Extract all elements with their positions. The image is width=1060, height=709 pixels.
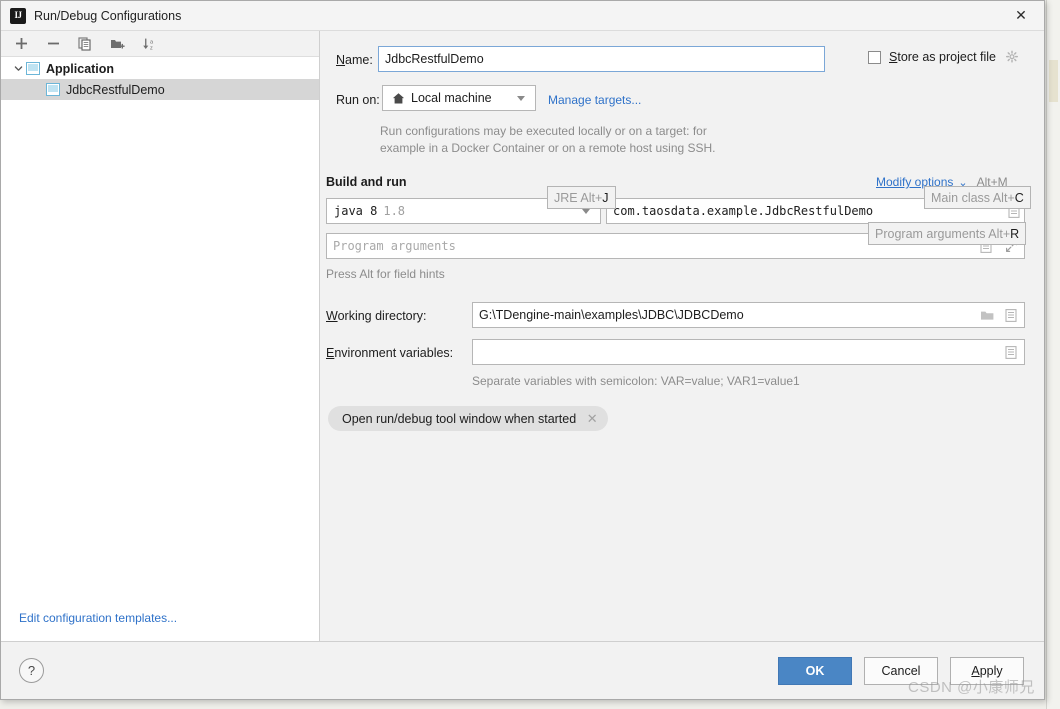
wd-label-mnemonic: W [326, 309, 338, 323]
run-debug-configurations-dialog: IJ Run/Debug Configurations ✕ a z Applic… [0, 0, 1045, 700]
tree-node-application[interactable]: Application [1, 58, 319, 79]
expand-list-icon[interactable] [1003, 307, 1019, 323]
jre-alt-hint-key: J [602, 190, 609, 205]
jre-value-primary: java 8 [334, 204, 378, 218]
program-arguments-alt-hint-text: Program arguments Alt+ [875, 226, 1011, 241]
folder-add-icon [110, 39, 125, 48]
environment-variables-hint: Separate variables with semicolon: VAR=v… [472, 374, 800, 388]
run-on-label: Run on: [336, 93, 380, 107]
configuration-group-icon [26, 62, 40, 75]
add-configuration-button[interactable] [11, 34, 31, 54]
name-label: Name: [336, 53, 373, 67]
plus-icon [15, 38, 27, 49]
jre-value-secondary: 1.8 [383, 204, 406, 218]
store-as-project-file-label: Store as project file [889, 50, 996, 64]
apply-rest: pply [979, 663, 1003, 678]
ok-button[interactable]: OK [778, 656, 852, 685]
run-on-description-line2: example in a Docker Container or on a re… [380, 141, 716, 155]
name-input[interactable]: JdbcRestfulDemo [378, 46, 825, 72]
close-icon[interactable]: ✕ [585, 411, 599, 427]
main-class-alt-hint-key: C [1014, 190, 1024, 205]
build-and-run-header: Build and run [326, 175, 407, 189]
store-label-rest: tore as project file [897, 50, 997, 64]
tree-node-jdbcrestfuldemo[interactable]: JdbcRestfulDemo [1, 79, 319, 100]
gear-icon[interactable] [1004, 49, 1020, 65]
edit-configuration-templates-link[interactable]: Edit configuration templates... [19, 611, 177, 625]
name-label-mnemonic: N [336, 53, 346, 67]
main-class-value: com.taosdata.example.JdbcRestfulDemo [613, 204, 874, 218]
sidebar-footer: Edit configuration templates... [1, 601, 319, 641]
program-arguments-placeholder: Program arguments [333, 239, 456, 253]
chevron-down-icon[interactable] [11, 64, 26, 73]
save-configuration-button[interactable] [107, 34, 127, 54]
home-icon [390, 90, 406, 106]
chevron-down-icon [582, 208, 590, 214]
dialog-body: a z Application JdbcRestfulDemo Edit con… [1, 31, 1044, 641]
copy-icon [78, 36, 91, 51]
main-class-alt-hint-text: Main class Alt+ [931, 190, 1015, 205]
footer-buttons: OK Cancel Apply [766, 656, 1024, 685]
intellij-idea-icon: IJ [10, 7, 26, 24]
working-directory-value: G:\TDengine-main\examples\JDBC\JDBCDemo [479, 308, 744, 322]
sort-alphabetical-icon: a z [143, 38, 154, 51]
wd-label-rest: orking directory: [337, 309, 427, 323]
cancel-button[interactable]: Cancel [864, 656, 938, 685]
ide-scrollbar-marker [1049, 60, 1058, 102]
program-arguments-alt-hint: Program arguments Alt+ R [868, 222, 1027, 245]
configurations-tree: Application JdbcRestfulDemo [1, 57, 319, 601]
working-directory-input[interactable]: G:\TDengine-main\examples\JDBC\JDBCDemo [472, 302, 1025, 328]
working-directory-label: Working directory: [326, 309, 427, 323]
program-arguments-alt-hint-key: R [1010, 226, 1020, 241]
configuration-icon [46, 83, 60, 96]
sidebar-toolbar: a z [1, 31, 319, 57]
minus-icon [47, 42, 59, 45]
name-input-value: JdbcRestfulDemo [385, 52, 484, 66]
store-as-project-file-checkbox[interactable] [868, 50, 881, 64]
folder-open-icon[interactable] [979, 307, 995, 323]
open-run-debug-tool-window-chip[interactable]: Open run/debug tool window when started … [328, 406, 609, 431]
chevron-down-icon [517, 95, 525, 101]
configurations-sidebar: a z Application JdbcRestfulDemo Edit con… [1, 31, 320, 641]
environment-variables-input[interactable] [472, 339, 1025, 365]
manage-targets-link[interactable]: Manage targets... [548, 93, 641, 107]
run-on-description-line1: Run configurations may be executed local… [380, 124, 707, 138]
configuration-form: Name: JdbcRestfulDemo Store as project f… [320, 31, 1044, 641]
press-alt-hint: Press Alt for field hints [326, 267, 445, 281]
dialog-titlebar: IJ Run/Debug Configurations ✕ [1, 1, 1044, 31]
apply-button[interactable]: Apply [950, 656, 1024, 685]
environment-variables-label: Environment variables: [326, 346, 453, 360]
ev-label-rest: nvironment variables: [334, 346, 454, 360]
jre-alt-hint: JRE Alt+ J [547, 186, 616, 209]
ide-right-strip [1046, 0, 1060, 709]
run-on-target-combobox[interactable]: Local machine [382, 85, 536, 111]
dialog-footer: ? OK Cancel Apply [1, 641, 1044, 699]
tree-node-label: JdbcRestfulDemo [66, 82, 165, 97]
apply-mnemonic: A [971, 663, 980, 678]
dialog-title: Run/Debug Configurations [34, 8, 182, 23]
chip-label: Open run/debug tool window when started [342, 411, 577, 426]
tree-node-label: Application [46, 61, 115, 76]
name-label-rest: ame: [345, 53, 373, 67]
svg-text:z: z [150, 45, 153, 51]
copy-configuration-button[interactable] [75, 34, 95, 54]
expand-list-icon[interactable] [1003, 344, 1019, 360]
help-button[interactable]: ? [19, 658, 44, 683]
run-on-value: Local machine [411, 91, 492, 105]
sort-configurations-button[interactable]: a z [139, 34, 159, 54]
remove-configuration-button[interactable] [43, 34, 63, 54]
store-as-project-file-row[interactable]: Store as project file [868, 49, 1020, 65]
close-icon[interactable]: ✕ [998, 1, 1044, 30]
main-class-alt-hint: Main class Alt+ C [924, 186, 1031, 209]
jre-alt-hint-text: JRE Alt+ [554, 190, 603, 205]
